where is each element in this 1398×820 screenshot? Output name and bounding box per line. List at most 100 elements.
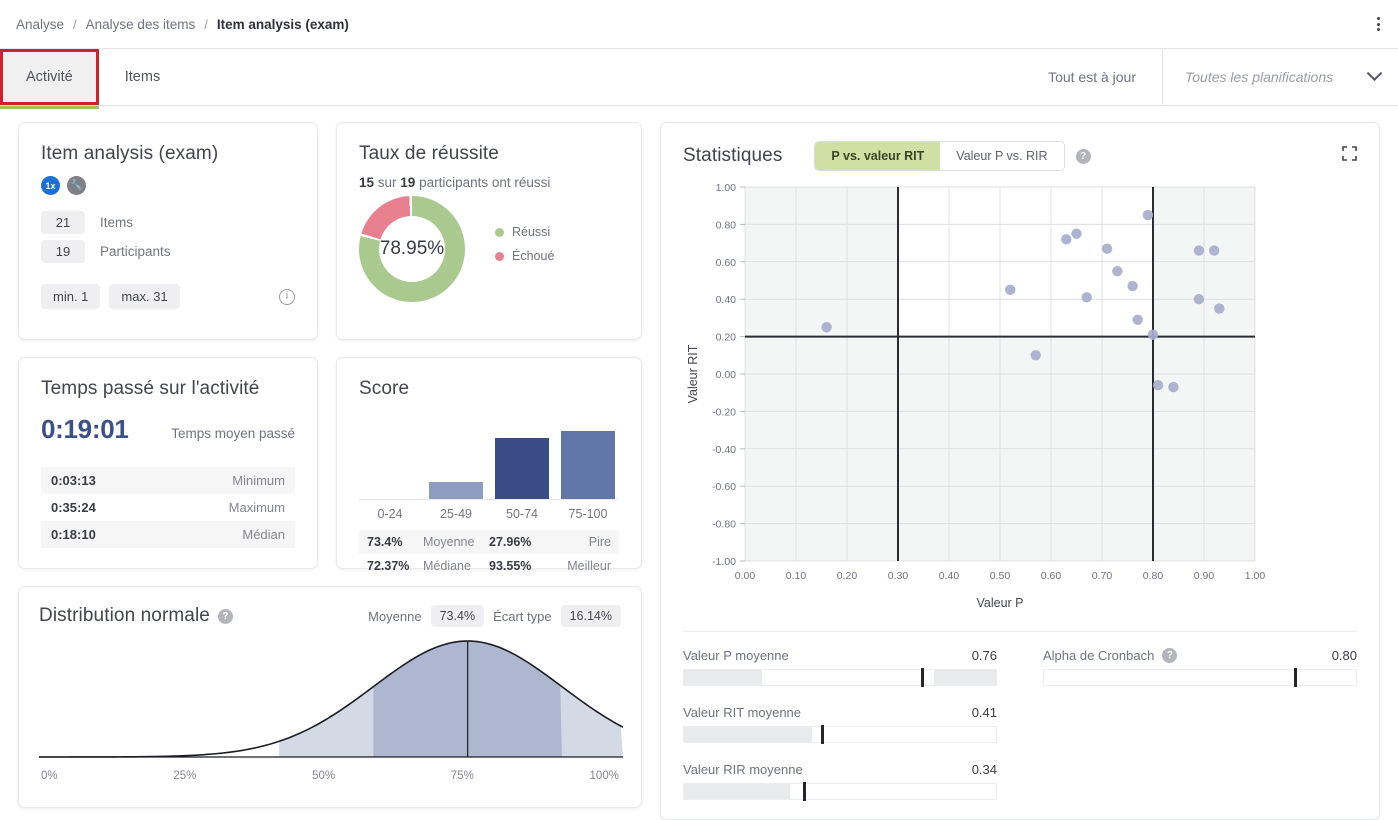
legend-dot-echoue (495, 251, 504, 261)
score-worst-label: Pire (588, 535, 611, 549)
left-column: Item analysis (exam) 1x 🔧 21 Items 19 Pa… (18, 122, 642, 820)
distribution-x-tick: 100% (589, 770, 619, 782)
breadcrumb-item-analyse[interactable]: Analyse (16, 17, 64, 32)
distribution-header: Distribution normale ? Moyenne 73.4% Éca… (39, 605, 621, 627)
x-axis-tick-label: 0.60 (1041, 570, 1062, 582)
metric-bar-marker (821, 725, 825, 744)
breadcrumb-separator: / (73, 16, 77, 32)
planification-select[interactable]: Toutes les planifications (1162, 49, 1398, 105)
metric-block: Valeur RIT moyenne 0.41 (683, 705, 997, 744)
scatter-point (1193, 245, 1205, 256)
participants-count: 19 (41, 240, 85, 263)
tab-activite[interactable]: Activité (0, 49, 99, 109)
table-row: 73.4% Moyenne 27.96% Pire (359, 530, 619, 554)
max-badge: max. 31 (109, 284, 180, 309)
score-title: Score (359, 378, 410, 399)
metric-bar-segment-low (684, 784, 791, 799)
kebab-menu-icon[interactable] (1373, 13, 1384, 35)
tab-spacer (186, 49, 1022, 105)
score-bar (429, 482, 483, 499)
scatter-point (1112, 265, 1123, 277)
x-axis-tick-label: 0.80 (1143, 570, 1164, 582)
metric-value: 0.76 (971, 648, 997, 663)
metric-header: Valeur P moyenne 0.76 (683, 648, 997, 663)
toggle-p-vs-rit[interactable]: P vs. valeur RIT (815, 142, 941, 170)
attempts-badge: 1x (41, 176, 60, 195)
success-donut-legend: Réussi Échoué (495, 225, 554, 273)
time-min-value: 0:03:13 (51, 473, 96, 488)
scatter-point (1005, 284, 1016, 296)
kebab-dot (1377, 22, 1380, 26)
score-mean-value: 73.4% (367, 535, 403, 549)
wrench-icon: 🔧 (67, 176, 86, 195)
score-best-value: 93.55% (489, 559, 532, 573)
expand-icon[interactable] (1342, 146, 1357, 166)
statistics-metrics: Valeur P moyenne 0.76 Valeur RIT moyenne 0.… (683, 631, 1357, 819)
time-stats-list: 0:03:13 Minimum 0:35:24 Maximum 0:18:10 … (41, 467, 295, 548)
statistics-toggle-group: P vs. valeur RIT Valeur P vs. RIR (814, 141, 1065, 171)
score-bar-label: 75-100 (568, 507, 608, 521)
time-row: 0:03:13 Minimum (41, 467, 295, 494)
scatter-point (821, 322, 832, 333)
y-axis-tick-label: -0.80 (712, 519, 736, 531)
scatter-plot-svg: 1.00 0.80 0.60 0.40 0.20 0.00 -0.20 -0.40 -0.60 -… (686, 182, 1266, 610)
score-bar-column (363, 414, 417, 499)
x-axis-tick-label: 0.40 (939, 570, 960, 582)
x-axis-tick-label: 1.00 (1245, 570, 1266, 582)
question-icon[interactable]: ? (1162, 648, 1178, 663)
time-max-value: 0:35:24 (51, 500, 96, 515)
score-table: 73.4% Moyenne 27.96% Pire 72.37% Médiane… (359, 530, 619, 578)
item-badges: 1x 🔧 (41, 176, 295, 195)
tab-items[interactable]: Items (99, 49, 186, 105)
minmax-row: min. 1 max. 31 i (41, 284, 295, 309)
metric-bar-segment-high (933, 670, 996, 685)
score-median-label: Médiane (423, 559, 471, 573)
score-bar-chart (359, 414, 619, 500)
distribution-x-tick: 0% (41, 770, 58, 782)
x-axis-tick-label: 0.10 (786, 570, 807, 582)
time-spent-title: Temps passé sur l'activité (41, 378, 260, 399)
success-mid: sur (374, 175, 401, 190)
scatter-point (1214, 303, 1225, 314)
chevron-down-icon (1366, 64, 1383, 81)
legend-label-echoue: Échoué (512, 249, 555, 263)
score-bar-label: 25-49 (440, 507, 472, 521)
expand-glyph (1342, 146, 1357, 161)
scatter-point (1061, 234, 1072, 245)
score-bar (495, 437, 549, 499)
scatter-point (1209, 245, 1220, 256)
score-median-value: 72.37% (367, 559, 410, 573)
distribution-x-axis: 0% 25% 50% 75% 100% (39, 770, 621, 782)
metric-bar (683, 782, 997, 801)
item-stat-rows: 21 Items 19 Participants (41, 211, 295, 263)
cards-row-2: Temps passé sur l'activité 0:19:01 Temps… (18, 357, 642, 573)
time-spent-card: Temps passé sur l'activité 0:19:01 Temps… (18, 357, 318, 569)
x-axis-tick-label: 0.50 (990, 570, 1011, 582)
breadcrumb-item-current: Item analysis (exam) (216, 16, 349, 32)
question-icon[interactable]: ? (1075, 148, 1091, 164)
x-axis-tick-label: 0.00 (735, 570, 756, 582)
right-column: Statistiques P vs. valeur RIT Valeur P v… (660, 122, 1380, 820)
scatter-point (1147, 329, 1159, 340)
y-axis-tick-label: 1.00 (716, 182, 737, 194)
time-average-value: 0:19:01 (41, 414, 129, 444)
normal-distribution-card: Distribution normale ? Moyenne 73.4% Éca… (18, 586, 642, 808)
success-suffix: participants ont réussi (415, 175, 551, 190)
success-count: 15 (359, 175, 375, 190)
items-count: 21 (41, 211, 85, 234)
breadcrumb-item-analyse-des-items[interactable]: Analyse des items (86, 17, 196, 32)
info-icon[interactable]: i (279, 288, 295, 305)
participants-label: Participants (100, 244, 171, 259)
scatter-point (1152, 380, 1164, 391)
success-donut-chart: 78.95% (359, 196, 465, 302)
question-icon[interactable]: ? (217, 608, 233, 624)
planification-select-value: Toutes les planifications (1185, 69, 1334, 85)
distribution-meta: Moyenne 73.4% Écart type 16.14% (368, 605, 621, 627)
toggle-p-vs-rir[interactable]: Valeur P vs. RIR (940, 142, 1064, 170)
x-axis-tick-label: 0.30 (888, 570, 909, 582)
time-row: 0:18:10 Médian (41, 521, 295, 548)
score-bar-column (429, 414, 483, 499)
metric-value: 0.41 (971, 705, 997, 720)
metric-label: Valeur RIR moyenne (683, 762, 803, 777)
x-axis-tick-label: 0.90 (1194, 570, 1215, 582)
